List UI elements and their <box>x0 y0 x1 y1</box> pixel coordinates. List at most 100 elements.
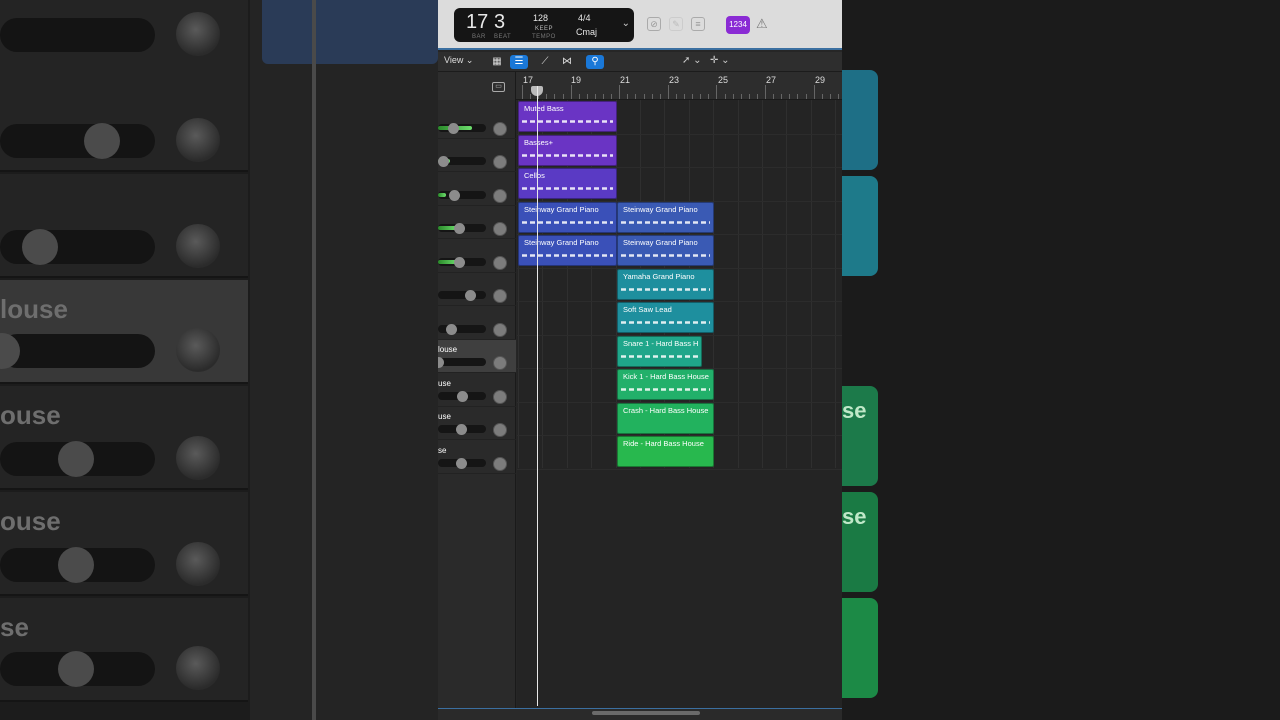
flex-icon[interactable]: ⋈ <box>558 55 576 69</box>
pan-knob[interactable] <box>493 423 507 437</box>
view-menu[interactable]: View ⌄ <box>444 55 473 66</box>
midi-region[interactable]: Snare 1 - Hard Bass H <box>617 336 702 367</box>
bg-knob <box>176 328 220 372</box>
fader-cap[interactable] <box>454 257 465 268</box>
fader-cap[interactable] <box>448 123 459 134</box>
bg-knob <box>176 118 220 162</box>
list-view-icon[interactable]: ☰ <box>510 55 528 69</box>
track-header[interactable] <box>438 173 516 206</box>
control-bar: 17 3 BAR BEAT 128 KEEP TEMPO 4/4 Cmaj ⌄ … <box>438 0 842 50</box>
bar-caption: BAR <box>472 34 486 40</box>
midi-region[interactable]: Muted Bass <box>518 101 617 132</box>
pan-knob[interactable] <box>493 222 507 236</box>
track-header[interactable] <box>438 307 516 340</box>
grid-view-icon[interactable]: ▦ <box>488 55 506 69</box>
track-header[interactable] <box>438 273 516 306</box>
pan-knob[interactable] <box>493 189 507 203</box>
background-playhead <box>312 0 316 720</box>
beat-caption: BEAT <box>494 34 512 40</box>
pan-knob[interactable] <box>493 323 507 337</box>
pan-knob[interactable] <box>493 155 507 169</box>
fader-cap[interactable] <box>446 324 457 335</box>
pan-knob[interactable] <box>493 122 507 136</box>
track-header[interactable] <box>438 206 516 239</box>
tracks-area[interactable]: Muted Bass Basses+ Cellos Steinway Grand… <box>517 100 842 708</box>
track-header[interactable] <box>438 106 516 139</box>
midi-region[interactable]: Ride - Hard Bass House <box>617 436 714 467</box>
midi-region[interactable]: Yamaha Grand Piano <box>617 269 714 300</box>
region-name: Steinway Grand Piano <box>524 205 599 214</box>
pan-knob[interactable] <box>493 356 507 370</box>
region-name: Snare 1 - Hard Bass H <box>623 339 699 348</box>
count-in-button[interactable]: 1234 <box>726 16 750 34</box>
track-header[interactable] <box>438 139 516 172</box>
ruler-tick <box>667 85 669 99</box>
region-name: Basses+ <box>524 138 553 147</box>
ruler-tick <box>740 94 742 99</box>
track-name: se <box>438 446 447 455</box>
metronome-icon[interactable]: ⚠ <box>756 16 768 32</box>
fader-cap[interactable] <box>465 290 476 301</box>
midi-region[interactable]: Crash - Hard Bass House <box>617 403 714 434</box>
pencil-icon[interactable]: ✎ <box>669 17 683 31</box>
fader-cap[interactable] <box>438 357 444 368</box>
bar-number: 23 <box>669 75 680 85</box>
fader-cap[interactable] <box>456 424 467 435</box>
lcd-display[interactable]: 17 3 BAR BEAT 128 KEEP TEMPO 4/4 Cmaj ⌄ <box>454 8 634 42</box>
midi-region[interactable]: Steinway Grand Piano <box>518 202 617 233</box>
grid-line <box>762 100 763 468</box>
fader-cap[interactable] <box>457 391 468 402</box>
midi-region[interactable]: Cellos <box>518 168 617 199</box>
fader-cap[interactable] <box>454 223 465 234</box>
pointer-tool-icon[interactable]: ➚ ⌄ <box>682 55 702 66</box>
secondary-tool-icon[interactable]: ✛ ⌄ <box>710 55 730 66</box>
region-notes <box>621 254 710 257</box>
region-notes <box>522 254 613 257</box>
ruler-tick <box>813 85 815 99</box>
pan-knob[interactable] <box>493 457 507 471</box>
bg-track-row: louse <box>0 280 248 384</box>
midi-region[interactable]: Steinway Grand Piano <box>617 202 714 233</box>
track-header[interactable]: use <box>438 374 516 407</box>
pan-knob[interactable] <box>493 390 507 404</box>
playhead[interactable] <box>537 86 538 706</box>
track-header[interactable]: louse <box>438 340 516 373</box>
grid-line <box>786 100 788 468</box>
chevron-down-icon[interactable]: ⌄ <box>622 18 630 29</box>
ruler-tick <box>643 94 645 99</box>
midi-region[interactable]: Steinway Grand Piano <box>617 235 714 266</box>
region-notes <box>621 221 710 224</box>
midi-region[interactable]: Kick 1 - Hard Bass House <box>617 369 714 400</box>
fader-cap[interactable] <box>449 190 460 201</box>
volume-fader[interactable] <box>438 291 486 299</box>
snap-icon[interactable]: ⚲ <box>586 55 604 69</box>
grid-line <box>835 100 837 468</box>
bg-track-row: se <box>0 598 248 702</box>
midi-region[interactable]: Basses+ <box>518 135 617 166</box>
bg-track-row <box>0 72 248 172</box>
replace-icon[interactable]: ⊘ <box>647 17 661 31</box>
automation-icon[interactable]: ⟋ <box>536 55 554 69</box>
midi-region[interactable]: Soft Saw Lead <box>617 302 714 333</box>
background-region <box>262 0 438 64</box>
ruler-tick <box>603 94 604 99</box>
pan-knob[interactable] <box>493 256 507 270</box>
track-header[interactable]: se <box>438 441 516 474</box>
tempo-mode: KEEP <box>535 26 554 32</box>
bar-number: 25 <box>718 75 729 85</box>
bg-track-label: se <box>0 612 29 642</box>
track-header[interactable]: use <box>438 407 516 440</box>
region-name: Kick 1 - Hard Bass House <box>623 372 709 381</box>
track-header[interactable] <box>438 240 516 273</box>
horizontal-scrollbar[interactable] <box>592 711 700 715</box>
ruler-tick <box>522 85 523 99</box>
midi-region[interactable]: Steinway Grand Piano <box>518 235 617 266</box>
list-icon[interactable]: ≡ <box>691 17 705 31</box>
add-track-icon[interactable]: ▭ <box>492 82 505 92</box>
volume-fader[interactable] <box>438 358 486 366</box>
bar-ruler[interactable]: 17 19 21 23 25 27 29 <box>516 72 842 100</box>
fader-cap[interactable] <box>456 458 467 469</box>
beat-counter: 3 <box>494 11 506 33</box>
fader-cap[interactable] <box>438 156 449 167</box>
pan-knob[interactable] <box>493 289 507 303</box>
